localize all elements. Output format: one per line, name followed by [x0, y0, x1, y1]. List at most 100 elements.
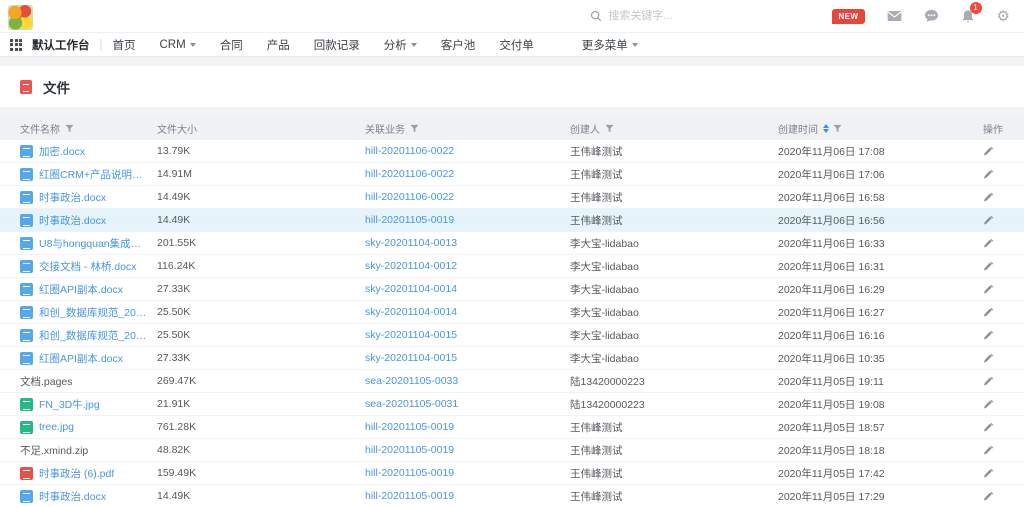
nav-item-6[interactable]: 客户池 — [441, 37, 476, 53]
nav-item-0[interactable]: 首页 — [113, 37, 136, 53]
edit-button[interactable] — [983, 215, 994, 226]
table-row[interactable]: 和创_数据库规范_20171124.doc 25.50K sky-2020110… — [0, 301, 1024, 324]
file-name[interactable]: 交接文档 - 林桥.docx — [39, 259, 136, 274]
nav-item-3[interactable]: 产品 — [267, 37, 290, 53]
related-business-link[interactable]: sea-20201105-0033 — [365, 375, 570, 387]
table-row[interactable]: 时事政治.docx 14.49K hill-20201105-0019 王伟峰测… — [0, 209, 1024, 232]
new-badge[interactable]: NEW — [832, 9, 864, 24]
related-business-link[interactable]: hill-20201105-0019 — [365, 467, 570, 479]
table-row[interactable]: 时事政治.docx 14.49K hill-20201106-0022 王伟峰测… — [0, 186, 1024, 209]
table-row[interactable]: 交接文档 - 林桥.docx 116.24K sky-20201104-0012… — [0, 255, 1024, 278]
related-business-link[interactable]: hill-20201105-0019 — [365, 214, 570, 226]
file-name[interactable]: 加密.docx — [39, 144, 85, 159]
table-row[interactable]: 红圈API副本.docx 27.33K sky-20201104-0015 李大… — [0, 347, 1024, 370]
mail-icon[interactable] — [887, 10, 902, 22]
file-name[interactable]: U8与hongquan集成方案.docx — [39, 236, 147, 251]
file-name[interactable]: 红圈CRM+产品说明201901_前端... — [39, 167, 147, 182]
page-title: 文件 — [43, 77, 70, 97]
edit-button[interactable] — [983, 491, 994, 502]
file-name[interactable]: 时事政治 (6).pdf — [39, 466, 114, 481]
nav-item-5[interactable]: 分析 — [384, 37, 417, 53]
table-row[interactable]: 加密.docx 13.79K hill-20201106-0022 王伟峰测试 … — [0, 140, 1024, 163]
nav-item-label: 首页 — [113, 37, 136, 53]
edit-button[interactable] — [983, 169, 994, 180]
table-row[interactable]: 时事政治 (6).pdf 159.49K hill-20201105-0019 … — [0, 462, 1024, 485]
nav-item-7[interactable]: 交付单 — [499, 37, 534, 53]
notification-bell-icon[interactable]: 1 — [961, 9, 975, 24]
nav-item-4[interactable]: 回款记录 — [314, 37, 360, 53]
table-row[interactable]: FN_3D牛.jpg 21.91K sea-20201105-0031 陆134… — [0, 393, 1024, 416]
nav-item-8[interactable]: 更多菜单 — [582, 37, 638, 53]
table-row[interactable]: 红圈CRM+产品说明201901_前端... 14.91M hill-20201… — [0, 163, 1024, 186]
table-row[interactable]: 不足.xmind.zip 48.82K hill-20201105-0019 王… — [0, 439, 1024, 462]
file-name[interactable]: FN_3D牛.jpg — [39, 397, 100, 412]
table-row[interactable]: 文档.pages 269.47K sea-20201105-0033 陆1342… — [0, 370, 1024, 393]
edit-button[interactable] — [983, 399, 994, 410]
filter-icon[interactable] — [833, 124, 842, 133]
file-name[interactable]: 红圈API副本.docx — [39, 351, 123, 366]
file-name[interactable]: tree.jpg — [39, 421, 74, 433]
edit-button[interactable] — [983, 284, 994, 295]
creator: 王伟峰测试 — [570, 144, 778, 159]
related-business-link[interactable]: hill-20201106-0022 — [365, 145, 570, 157]
creator: 王伟峰测试 — [570, 466, 778, 481]
table-body: 加密.docx 13.79K hill-20201106-0022 王伟峰测试 … — [0, 140, 1024, 507]
edit-button[interactable] — [983, 330, 994, 341]
file-name[interactable]: 和创_数据库规范_20171124.doc — [39, 305, 147, 320]
apps-grid-icon[interactable] — [10, 39, 22, 51]
related-business-link[interactable]: sky-20201104-0015 — [365, 329, 570, 341]
related-business-link[interactable]: hill-20201106-0022 — [365, 191, 570, 203]
file-size: 25.50K — [157, 329, 365, 341]
edit-button[interactable] — [983, 353, 994, 364]
file-name: 不足.xmind.zip — [20, 443, 88, 458]
nav-item-label: 交付单 — [499, 37, 534, 53]
related-business-link[interactable]: hill-20201106-0022 — [365, 168, 570, 180]
settings-gear-icon[interactable]: ⚙ — [997, 9, 1010, 24]
created-time: 2020年11月06日 16:16 — [778, 328, 975, 343]
file-name[interactable]: 时事政治.docx — [39, 489, 106, 504]
edit-button[interactable] — [983, 146, 994, 157]
chat-icon[interactable] — [924, 9, 939, 23]
edit-button[interactable] — [983, 192, 994, 203]
table-row[interactable]: U8与hongquan集成方案.docx 201.55K sky-2020110… — [0, 232, 1024, 255]
related-business-link[interactable]: hill-20201105-0019 — [365, 444, 570, 456]
related-business-link[interactable]: sea-20201105-0031 — [365, 398, 570, 410]
table-row[interactable]: 和创_数据库规范_20171124.doc 25.50K sky-2020110… — [0, 324, 1024, 347]
file-name[interactable]: 时事政治.docx — [39, 190, 106, 205]
related-business-link[interactable]: sky-20201104-0014 — [365, 283, 570, 295]
nav-item-label: 客户池 — [441, 37, 476, 53]
edit-button[interactable] — [983, 238, 994, 249]
col-header-creator: 创建人 — [570, 121, 778, 136]
file-name[interactable]: 和创_数据库规范_20171124.doc — [39, 328, 147, 343]
search-input[interactable] — [608, 10, 758, 22]
nav-item-1[interactable]: CRM — [160, 39, 196, 51]
sort-icon[interactable] — [823, 124, 829, 133]
related-business-link[interactable]: hill-20201105-0019 — [365, 421, 570, 433]
filter-icon[interactable] — [605, 124, 614, 133]
nav-item-2[interactable]: 合同 — [220, 37, 243, 53]
edit-button[interactable] — [983, 468, 994, 479]
table-row[interactable]: 红圈API副本.docx 27.33K sky-20201104-0014 李大… — [0, 278, 1024, 301]
doc-file-icon — [20, 306, 33, 319]
table-row[interactable]: tree.jpg 761.28K hill-20201105-0019 王伟峰测… — [0, 416, 1024, 439]
related-business-link[interactable]: sky-20201104-0014 — [365, 306, 570, 318]
related-business-link[interactable]: sky-20201104-0015 — [365, 352, 570, 364]
file-name[interactable]: 时事政治.docx — [39, 213, 106, 228]
table-row[interactable]: 时事政治.docx 14.49K hill-20201105-0019 王伟峰测… — [0, 485, 1024, 507]
filter-icon[interactable] — [410, 124, 419, 133]
related-business-link[interactable]: sky-20201104-0013 — [365, 237, 570, 249]
filter-icon[interactable] — [65, 124, 74, 133]
file-name[interactable]: 红圈API副本.docx — [39, 282, 123, 297]
workspace-switcher[interactable]: 默认工作台 — [32, 37, 90, 53]
app-logo[interactable] — [8, 5, 33, 30]
creator: 王伟峰测试 — [570, 167, 778, 182]
edit-button[interactable] — [983, 261, 994, 272]
created-time: 2020年11月06日 10:35 — [778, 351, 975, 366]
edit-button[interactable] — [983, 376, 994, 387]
edit-button[interactable] — [983, 445, 994, 456]
related-business-link[interactable]: sky-20201104-0012 — [365, 260, 570, 272]
related-business-link[interactable]: hill-20201105-0019 — [365, 490, 570, 502]
edit-button[interactable] — [983, 422, 994, 433]
edit-button[interactable] — [983, 307, 994, 318]
created-time: 2020年11月06日 16:31 — [778, 259, 975, 274]
